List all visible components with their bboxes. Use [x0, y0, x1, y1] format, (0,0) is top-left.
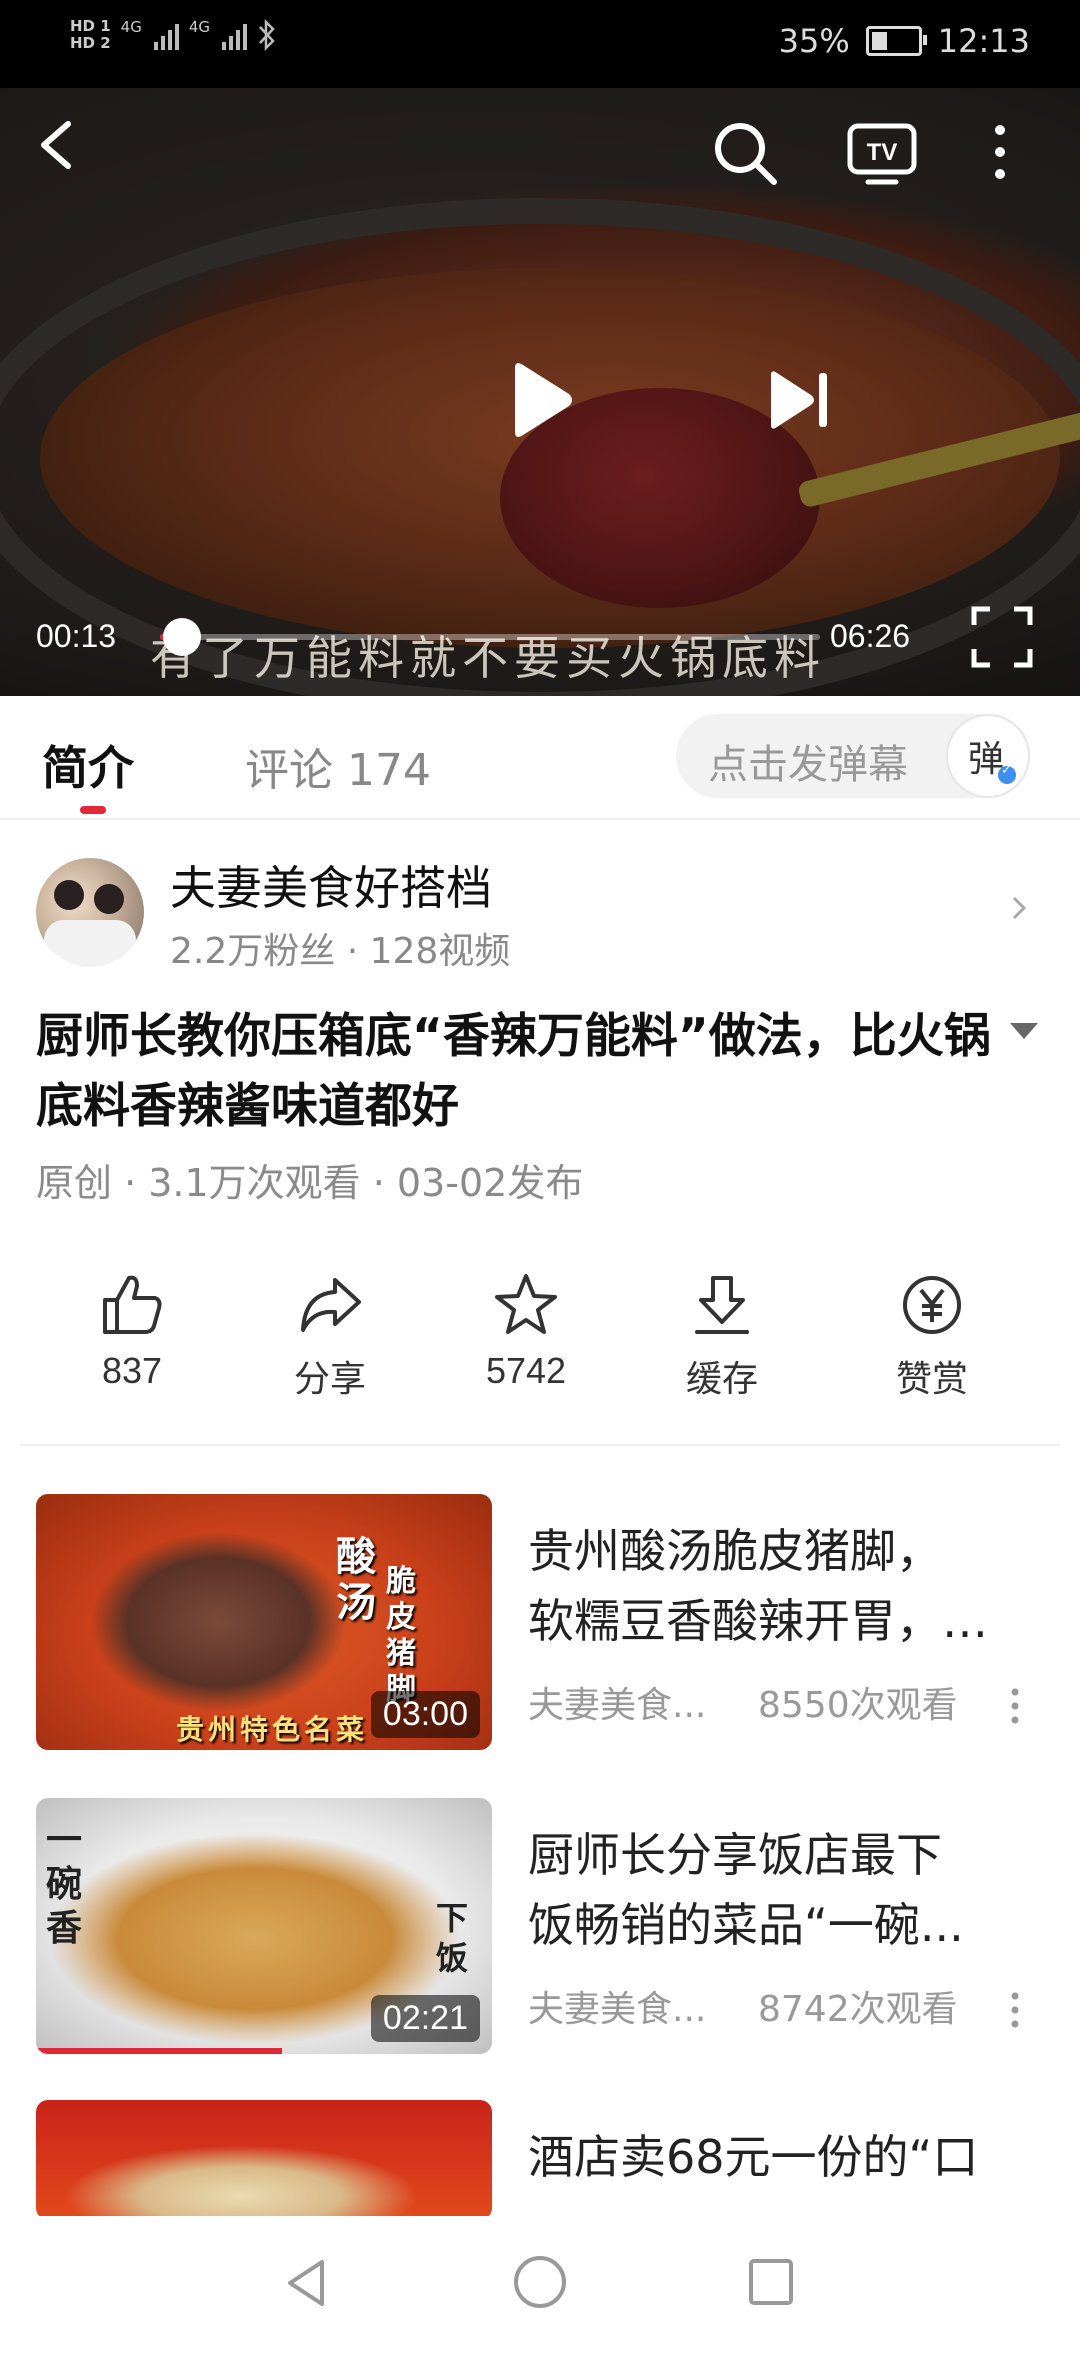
yen-coin-icon	[903, 1276, 961, 1334]
title-line: 饭畅销的菜品“一碗...	[528, 1898, 964, 1952]
video-title: 厨师长教你压箱底“香辣万能料”做法，比火锅底料香辣酱味道都好	[36, 1009, 991, 1134]
watched-progress	[36, 2048, 283, 2054]
signal1-label: 4G	[120, 18, 142, 36]
video-meta: 原创 · 3.1万次观看 · 03-02发布	[36, 1161, 584, 1205]
fullscreen-icon[interactable]	[970, 605, 1034, 669]
like-button[interactable]: 837	[52, 1270, 212, 1392]
recommended-video[interactable]: 酸汤 脆皮猪脚 贵州特色名菜 03:00 贵州酸汤脆皮猪脚， 软糯豆香酸辣开胃，…	[0, 1494, 1080, 1754]
tab-intro[interactable]: 简介	[42, 732, 134, 798]
download-icon	[695, 1276, 749, 1334]
recommended-video-title[interactable]: 贵州酸汤脆皮猪脚， 软糯豆香酸辣开胃，…	[528, 1516, 1048, 1656]
share-icon	[301, 1278, 361, 1332]
next-episode-icon[interactable]	[765, 365, 835, 435]
recommended-video-title[interactable]: 厨师长分享饭店最下 饭畅销的菜品“一碗...	[528, 1820, 1048, 1960]
uploader-avatar[interactable]	[36, 858, 144, 966]
danmaku-toggle-icon[interactable]: 弹	[946, 714, 1030, 798]
thumbnail-caption: 下饭	[436, 1899, 469, 1977]
tab-active-indicator	[80, 806, 106, 814]
expand-down-icon[interactable]	[1008, 1020, 1040, 1042]
video-duration: 03:00	[370, 1691, 480, 1738]
thumbnail-caption: 一碗香	[46, 1819, 83, 1949]
video-thumbnail[interactable]	[36, 2100, 492, 2220]
share-button[interactable]: 分享	[250, 1270, 410, 1402]
recommended-video-author: 夫妻美食...	[528, 1685, 707, 1726]
uploader-stats: 2.2万粉丝 · 128视频	[170, 931, 511, 972]
uploader-name[interactable]: 夫妻美食好搭档	[170, 852, 492, 918]
bluetooth-icon	[259, 18, 275, 52]
video-duration: 02:21	[370, 1995, 480, 2042]
recommended-video[interactable]: 一碗香 下饭 02:21 厨师长分享饭店最下 饭畅销的菜品“一碗... 夫妻美食…	[0, 1798, 1080, 2058]
system-nav-bar	[0, 2216, 1080, 2340]
reward-label: 赞赏	[895, 1358, 968, 1399]
clock: 12:13	[937, 22, 1030, 60]
danmaku-placeholder: 点击发弹幕	[708, 742, 908, 788]
recommended-video-views: 8742次观看	[758, 1989, 958, 2030]
danmaku-enabled-badge	[998, 763, 1016, 784]
signal1-icon	[153, 20, 179, 50]
hd1-label: HD 1	[70, 17, 111, 35]
thumbnail-caption: 贵州特色名菜	[176, 1713, 369, 1746]
more-options-icon[interactable]	[1010, 1990, 1020, 2030]
section-divider	[20, 1444, 1060, 1446]
thumbnail-caption: 酸汤	[336, 1533, 376, 1626]
svg-text:TV: TV	[867, 139, 898, 166]
battery-percent: 35%	[778, 22, 850, 60]
danmaku-input[interactable]: 点击发弹幕 弹	[676, 714, 1030, 798]
nav-home-icon[interactable]	[512, 2254, 568, 2310]
title-line: 贵州酸汤脆皮猪脚，	[528, 1524, 942, 1578]
recommended-video-title[interactable]: 酒店卖68元一份的“口	[528, 2122, 1048, 2192]
share-label: 分享	[293, 1358, 366, 1399]
like-count: 837	[101, 1350, 163, 1391]
title-line: 软糯豆香酸辣开胃，…	[528, 1594, 988, 1648]
progress-bar[interactable]	[160, 618, 820, 656]
search-icon[interactable]	[710, 118, 780, 188]
hd2-label: HD 2	[70, 34, 111, 52]
signal2-icon	[222, 20, 248, 50]
hd-indicator: HD 1 HD 2	[70, 18, 111, 52]
video-thumbnail[interactable]: 一碗香 下饭 02:21	[36, 1798, 492, 2054]
video-thumbnail[interactable]: 酸汤 脆皮猪脚 贵州特色名菜 03:00	[36, 1494, 492, 1750]
nav-back-icon[interactable]	[282, 2256, 332, 2310]
thumbnail-caption: 脆皮猪脚	[386, 1564, 416, 1707]
status-bar: HD 1 HD 2 4G 4G 35% 12:13	[0, 0, 1080, 88]
total-time: 06:26	[830, 618, 911, 654]
title-line: 厨师长分享饭店最下	[528, 1828, 942, 1882]
tab-comments[interactable]: 评论 174	[245, 734, 431, 798]
reward-button[interactable]: 赞赏	[852, 1270, 1012, 1402]
tab-bar: 简介 评论 174 点击发弹幕 弹	[0, 696, 1080, 820]
star-icon	[495, 1274, 557, 1334]
video-subtitle: 有了万能料就不要买火锅底料	[150, 631, 826, 685]
recommended-video-author: 夫妻美食...	[528, 1989, 707, 2030]
battery-fill	[871, 32, 888, 50]
title-line: 酒店卖68元一份的“口	[528, 2130, 979, 2184]
favorite-count: 5742	[485, 1350, 567, 1391]
favorite-button[interactable]: 5742	[446, 1270, 606, 1392]
cache-label: 缓存	[685, 1358, 758, 1399]
more-options-icon[interactable]	[1010, 1686, 1020, 1726]
signal2-label: 4G	[188, 18, 211, 36]
play-icon[interactable]	[505, 360, 575, 440]
back-icon[interactable]	[26, 110, 86, 180]
tv-cast-icon[interactable]: TV	[846, 122, 918, 186]
battery-icon	[865, 26, 927, 56]
nav-recent-apps-icon[interactable]	[746, 2256, 796, 2308]
current-time: 00:13	[36, 618, 117, 654]
more-options-icon[interactable]	[990, 120, 1010, 184]
cache-button[interactable]: 缓存	[642, 1270, 802, 1402]
chevron-right-icon[interactable]	[1008, 888, 1032, 928]
recommended-video-views: 8550次观看	[758, 1685, 958, 1726]
thumbs-up-icon	[103, 1275, 162, 1334]
